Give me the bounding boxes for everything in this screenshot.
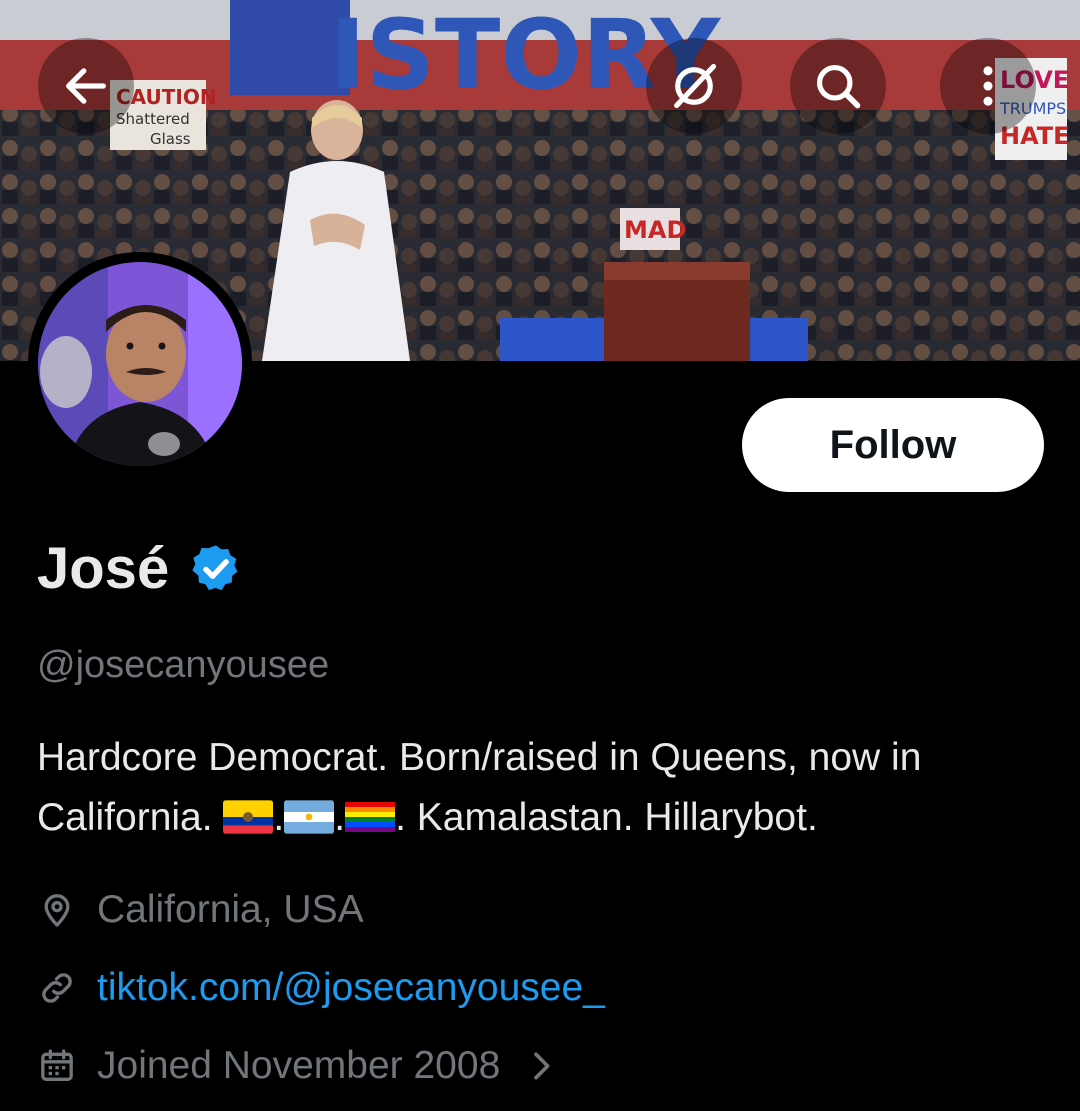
location-pin-icon xyxy=(44,894,70,927)
profile-website: tiktok.com/@josecanyousee_ xyxy=(37,962,605,1014)
follow-button[interactable]: Follow xyxy=(742,398,1044,492)
avatar[interactable] xyxy=(28,252,252,476)
calendar-icon xyxy=(41,1049,73,1081)
slash-circle-icon xyxy=(674,63,717,109)
search-button[interactable] xyxy=(790,38,886,134)
avatar-image xyxy=(38,262,242,466)
chevron-right-icon xyxy=(534,1052,550,1080)
profile-joined[interactable]: Joined November 2008 xyxy=(37,1040,576,1092)
banner-sign-glass: Glass xyxy=(150,130,191,148)
location-text: California, USA xyxy=(97,888,364,931)
arrow-left-icon xyxy=(66,68,106,104)
argentina-flag-icon xyxy=(284,800,335,834)
verified-badge-icon[interactable] xyxy=(189,542,243,596)
bio-separator-2: . xyxy=(334,796,346,839)
grok-button[interactable] xyxy=(646,38,742,134)
profile-location: California, USA xyxy=(37,884,364,936)
more-vertical-icon xyxy=(983,66,993,106)
bio-text-2: . Kamalastan. Hillarybot. xyxy=(395,796,818,839)
more-button[interactable] xyxy=(940,38,1036,134)
ecuador-flag-icon xyxy=(223,800,274,834)
banner-sign-shattered: Shattered xyxy=(116,110,190,128)
back-button[interactable] xyxy=(38,38,134,134)
banner-sign-mad: MAD xyxy=(624,216,686,244)
profile-handle: @josecanyousee xyxy=(37,644,330,686)
display-name: José xyxy=(37,536,170,601)
search-icon xyxy=(816,64,861,109)
profile-name-row: José xyxy=(37,534,243,604)
link-icon xyxy=(42,973,72,1003)
joined-text: Joined November 2008 xyxy=(97,1044,501,1087)
bio-separator-1: . xyxy=(273,796,285,839)
website-link[interactable]: tiktok.com/@josecanyousee_ xyxy=(97,962,605,1014)
profile-bio: Hardcore Democrat. Born/raised in Queens… xyxy=(37,728,1047,848)
rainbow-flag-icon xyxy=(345,802,396,832)
